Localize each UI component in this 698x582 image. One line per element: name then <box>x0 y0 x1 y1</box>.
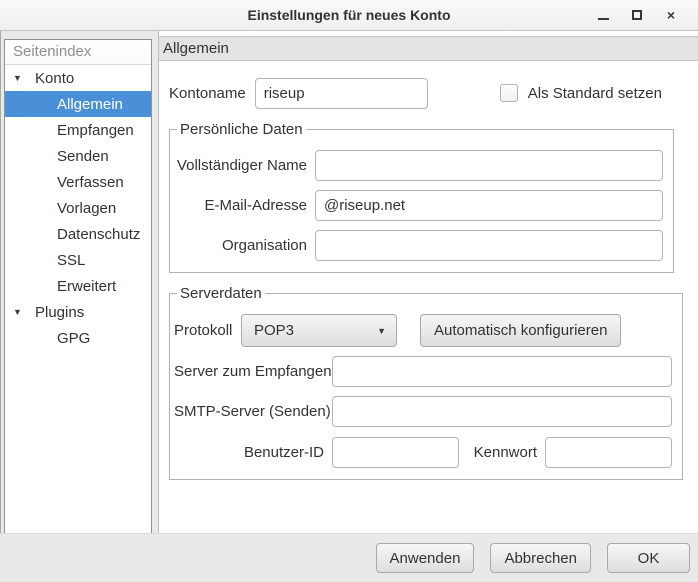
account-name-label: Kontoname <box>169 85 246 102</box>
personal-data-group: Persönliche Daten Vollständiger Name E-M… <box>169 121 674 273</box>
server-data-group: Serverdaten Protokoll POP3 ▼ Automatisch… <box>169 285 683 480</box>
tree-item-konto[interactable]: ▼Konto <box>5 65 151 91</box>
tree-item-label: GPG <box>5 330 90 347</box>
credentials-row: Benutzer-ID Kennwort <box>174 437 672 468</box>
full-name-input[interactable] <box>315 150 663 181</box>
close-icon: × <box>667 8 675 22</box>
account-name-input[interactable] <box>255 78 428 109</box>
tree-item-label: Plugins <box>33 304 84 321</box>
set-default-group[interactable]: Als Standard setzen <box>500 84 662 102</box>
page-title: Allgemein <box>159 36 698 61</box>
tree-item-label: SSL <box>5 252 85 269</box>
tree-item-datenschutz[interactable]: Datenschutz <box>5 221 151 247</box>
auto-configure-button[interactable]: Automatisch konfigurieren <box>420 314 621 347</box>
page-index-tree: ▼KontoAllgemeinEmpfangenSendenVerfassenV… <box>5 65 151 351</box>
tree-item-erweitert[interactable]: Erweitert <box>5 273 151 299</box>
maximize-button[interactable] <box>620 0 654 30</box>
user-id-label: Benutzer-ID <box>174 444 324 461</box>
full-name-row: Vollständiger Name <box>174 150 663 181</box>
full-name-label: Vollständiger Name <box>174 157 307 174</box>
email-input[interactable] <box>315 190 663 221</box>
tree-item-label: Konto <box>33 70 74 87</box>
smtp-server-label: SMTP-Server (Senden) <box>174 403 332 420</box>
password-input[interactable] <box>545 437 672 468</box>
tree-item-label: Verfassen <box>5 174 124 191</box>
protocol-row: Protokoll POP3 ▼ Automatisch konfigurier… <box>174 314 672 347</box>
main-panel: Allgemein Kontoname Als Standard setzen … <box>158 31 698 533</box>
organisation-label: Organisation <box>174 237 307 254</box>
personal-data-legend: Persönliche Daten <box>177 121 306 138</box>
window-controls: × <box>586 0 688 30</box>
window-title: Einstellungen für neues Konto <box>247 7 450 23</box>
cancel-button[interactable]: Abbrechen <box>490 543 591 573</box>
tree-item-label: Senden <box>5 148 109 165</box>
organisation-row: Organisation <box>174 230 663 261</box>
email-label: E-Mail-Adresse <box>174 197 307 214</box>
tree-item-label: Erweitert <box>5 278 116 295</box>
minimize-button[interactable] <box>586 0 620 30</box>
page-index-sidebar: Seitenindex ▼KontoAllgemeinEmpfangenSend… <box>4 39 152 535</box>
organisation-input[interactable] <box>315 230 663 261</box>
set-default-checkbox[interactable] <box>500 84 518 102</box>
protocol-label: Protokoll <box>174 322 241 339</box>
protocol-value: POP3 <box>254 322 294 339</box>
tree-item-label: Vorlagen <box>5 200 116 217</box>
tree-item-label: Allgemein <box>5 96 123 113</box>
sidebar-column-header[interactable]: Seitenindex <box>5 40 151 65</box>
protocol-dropdown[interactable]: POP3 ▼ <box>241 314 397 347</box>
action-bar: Anwenden Abbrechen OK <box>0 533 698 582</box>
tree-item-senden[interactable]: Senden <box>5 143 151 169</box>
account-name-row: Kontoname Als Standard setzen <box>169 77 674 109</box>
receive-server-label: Server zum Empfangen <box>174 363 332 380</box>
password-label: Kennwort <box>467 444 537 461</box>
expander-icon[interactable]: ▼ <box>13 73 33 83</box>
set-default-label: Als Standard setzen <box>528 85 662 102</box>
settings-dialog: Einstellungen für neues Konto × Seitenin… <box>0 0 698 582</box>
receive-server-input[interactable] <box>332 356 672 387</box>
tree-item-ssl[interactable]: SSL <box>5 247 151 273</box>
minimize-icon <box>598 18 609 20</box>
tree-item-label: Empfangen <box>5 122 134 139</box>
title-bar[interactable]: Einstellungen für neues Konto × <box>0 0 698 31</box>
tree-item-allgemein[interactable]: Allgemein <box>5 91 151 117</box>
receive-server-row: Server zum Empfangen <box>174 356 672 387</box>
server-data-legend: Serverdaten <box>177 285 265 302</box>
chevron-down-icon: ▼ <box>377 326 386 336</box>
tree-item-label: Datenschutz <box>5 226 140 243</box>
maximize-icon <box>632 10 642 20</box>
apply-button[interactable]: Anwenden <box>376 543 475 573</box>
dialog-body: Seitenindex ▼KontoAllgemeinEmpfangenSend… <box>0 31 698 582</box>
ok-button[interactable]: OK <box>607 543 690 573</box>
smtp-server-row: SMTP-Server (Senden) <box>174 396 672 427</box>
smtp-server-input[interactable] <box>332 396 672 427</box>
close-button[interactable]: × <box>654 0 688 30</box>
expander-icon[interactable]: ▼ <box>13 307 33 317</box>
tree-item-empfangen[interactable]: Empfangen <box>5 117 151 143</box>
email-row: E-Mail-Adresse <box>174 190 663 221</box>
tree-item-verfassen[interactable]: Verfassen <box>5 169 151 195</box>
user-id-input[interactable] <box>332 437 459 468</box>
form-content: Kontoname Als Standard setzen Persönlich… <box>159 61 698 480</box>
tree-item-gpg[interactable]: GPG <box>5 325 151 351</box>
tree-item-vorlagen[interactable]: Vorlagen <box>5 195 151 221</box>
tree-item-plugins[interactable]: ▼Plugins <box>5 299 151 325</box>
